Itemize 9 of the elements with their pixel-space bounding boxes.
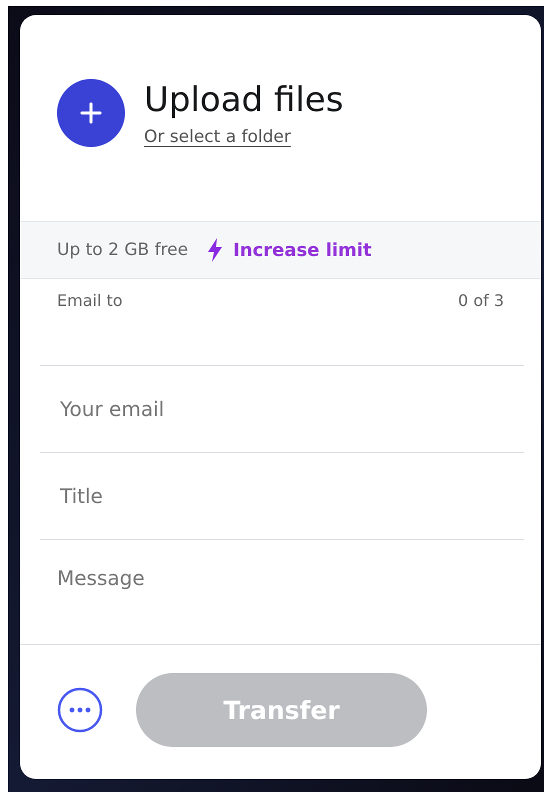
upload-title: Upload files (144, 79, 344, 121)
recipient-count: 0 of 3 (458, 291, 504, 310)
field-label: Email to (57, 291, 123, 310)
select-folder-link[interactable]: Or select a folder (144, 127, 291, 147)
limit-text: Up to 2 GB free (57, 240, 188, 260)
increase-limit-link[interactable]: Increase limit (233, 240, 372, 260)
lightning-icon (207, 238, 224, 262)
plus-icon (79, 101, 103, 125)
more-options-icon[interactable] (57, 687, 103, 733)
